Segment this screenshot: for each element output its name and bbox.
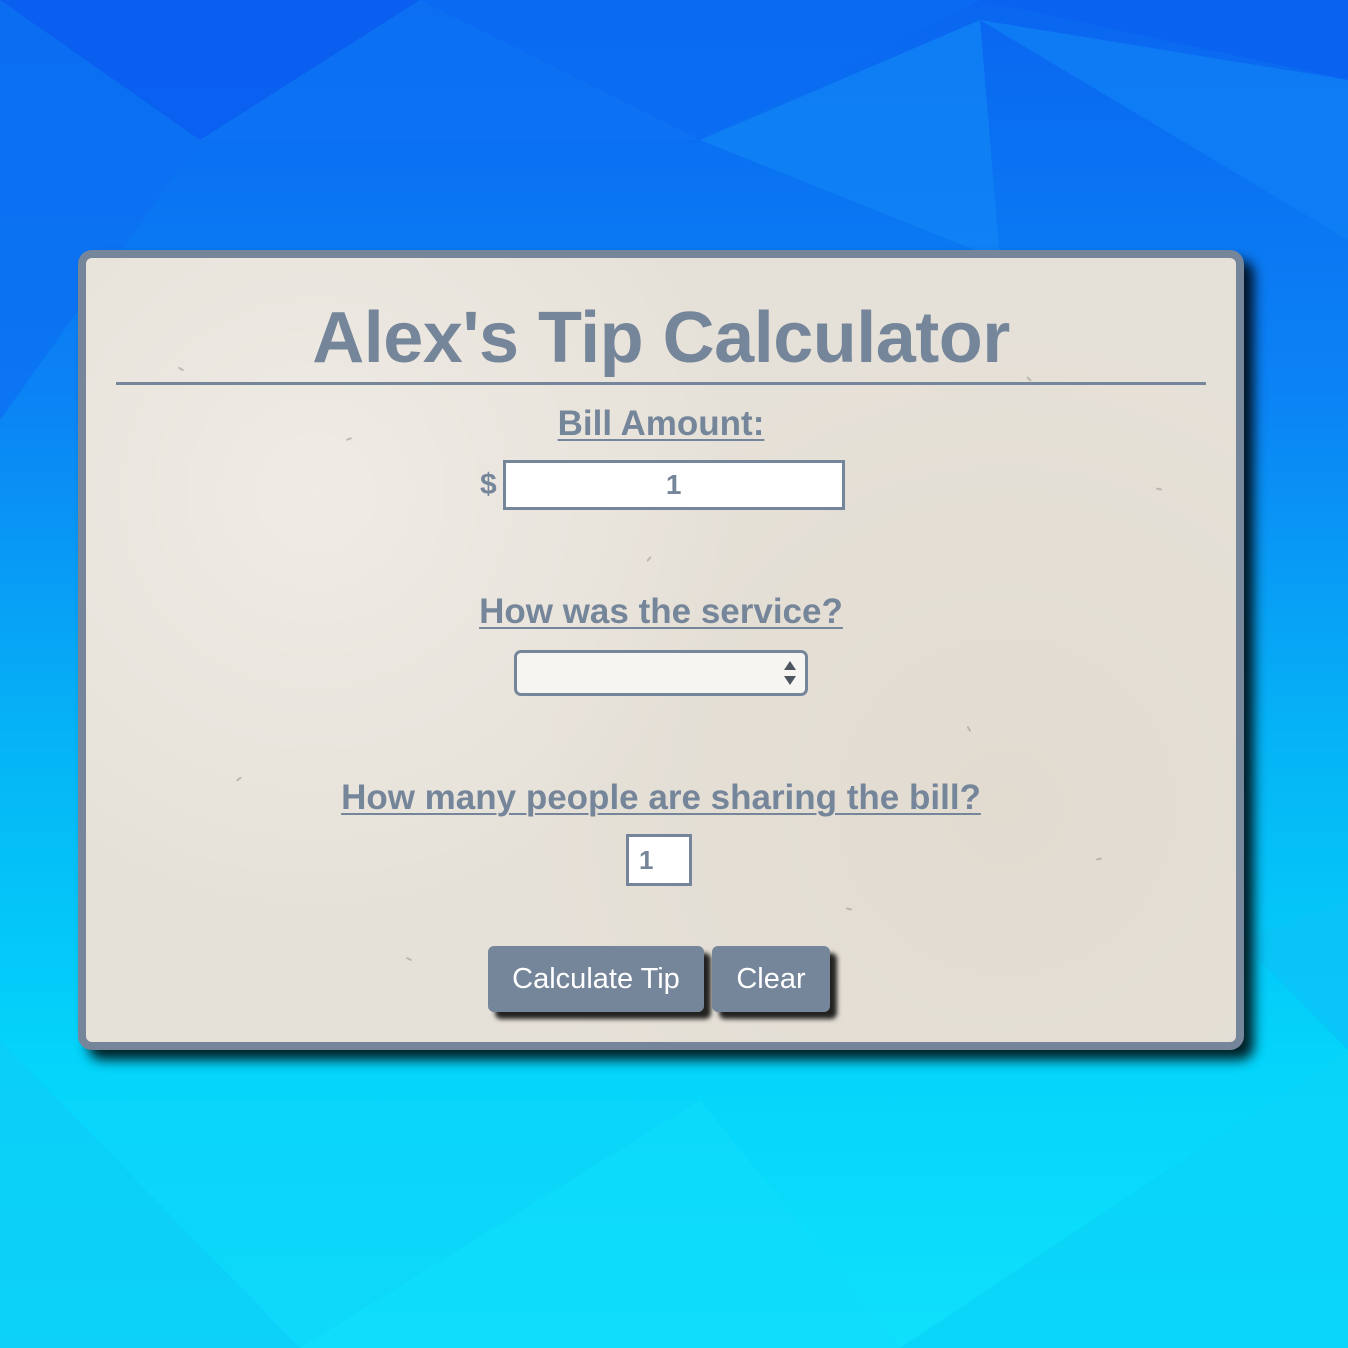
bill-amount-label: Bill Amount: (557, 404, 765, 443)
page-title: Alex's Tip Calculator (116, 298, 1206, 385)
bill-amount-input[interactable] (502, 460, 845, 510)
bill-amount-row: $ (480, 460, 845, 510)
people-sharing-label: How many people are sharing the bill? (341, 778, 981, 817)
tip-calculator-card: Alex's Tip Calculator Bill Amount: $ How… (78, 250, 1244, 1050)
service-select[interactable] (514, 650, 808, 696)
dollar-sign: $ (480, 468, 497, 501)
people-count-input[interactable] (626, 834, 692, 886)
chevron-up-down-icon (784, 661, 796, 685)
clear-button[interactable]: Clear (712, 946, 830, 1012)
calculate-tip-button[interactable]: Calculate Tip (488, 946, 704, 1012)
service-label: How was the service? (479, 592, 843, 631)
